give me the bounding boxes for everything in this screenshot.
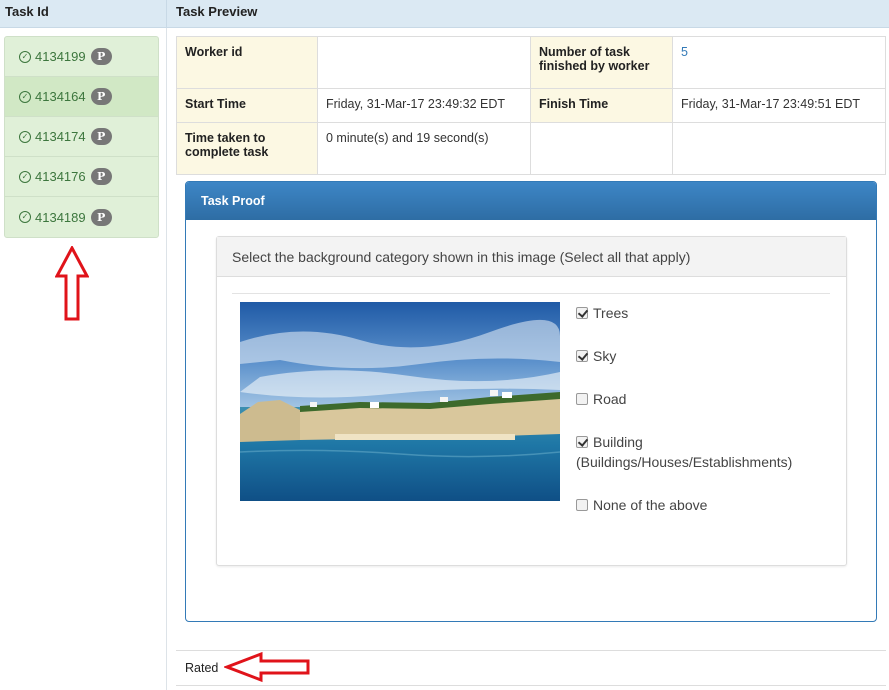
option-sky[interactable]: Sky xyxy=(576,346,836,366)
task-item-4134164[interactable]: ✓ 4134164 P xyxy=(5,77,158,117)
option-label: Trees xyxy=(593,305,629,321)
option-label: Sky xyxy=(593,348,617,364)
check-circle-icon: ✓ xyxy=(19,130,31,143)
duration-label: Time taken to complete task xyxy=(176,122,318,175)
option-label: Road xyxy=(593,391,627,407)
task-list: ✓ 4134199 P ✓ 4134164 P ✓ 4134174 P ✓ 41… xyxy=(4,36,159,238)
checkbox-checked-icon[interactable] xyxy=(576,436,588,448)
checkbox-checked-icon[interactable] xyxy=(576,350,588,362)
checkbox-unchecked-icon[interactable] xyxy=(576,393,588,405)
status-badge: P xyxy=(90,88,112,105)
task-sidebar: ✓ 4134199 P ✓ 4134164 P ✓ 4134174 P ✓ 41… xyxy=(0,28,167,690)
duration-value: 0 minute(s) and 19 second(s) xyxy=(317,122,531,175)
task-id: 4134176 xyxy=(35,169,86,184)
option-trees[interactable]: Trees xyxy=(576,303,836,323)
checkbox-unchecked-icon[interactable] xyxy=(576,499,588,511)
task-id: 4134164 xyxy=(35,89,86,104)
options-list: Trees Sky Road Building (Buildings/House… xyxy=(576,303,836,538)
finish-time-label: Finish Time xyxy=(530,88,673,123)
num-tasks-label: Number of task finished by worker xyxy=(530,36,673,89)
finish-time-value: Friday, 31-Mar-17 23:49:51 EDT xyxy=(672,88,886,123)
task-id: 4134189 xyxy=(35,209,86,225)
worker-id-label: Worker id xyxy=(176,36,318,89)
empty-cell xyxy=(672,122,886,175)
question-text: Select the background category shown in … xyxy=(217,237,846,277)
start-time-value: Friday, 31-Mar-17 23:49:32 EDT xyxy=(317,88,531,123)
check-circle-icon: ✓ xyxy=(19,211,31,223)
task-info-table: Worker id Number of task finished by wor… xyxy=(176,36,886,175)
check-circle-icon: ✓ xyxy=(19,90,31,103)
left-arrow-annotation-icon xyxy=(224,651,310,683)
empty-cell xyxy=(530,122,673,175)
task-id-column-title: Task Id xyxy=(0,0,167,28)
table-row: Time taken to complete task 0 minute(s) … xyxy=(176,122,886,175)
option-none[interactable]: None of the above xyxy=(576,495,836,515)
task-proof-panel: Task Proof Select the background categor… xyxy=(185,181,877,622)
task-preview-title: Task Preview xyxy=(176,4,258,19)
worker-id-value xyxy=(317,36,531,89)
task-id: 4134199 xyxy=(35,49,86,64)
table-row: Worker id Number of task finished by wor… xyxy=(176,36,886,89)
check-circle-icon: ✓ xyxy=(19,170,31,183)
num-tasks-link[interactable]: 5 xyxy=(681,45,688,59)
status-badge: P xyxy=(90,128,112,145)
status-badge: P xyxy=(90,208,112,226)
num-tasks-value: 5 xyxy=(672,36,886,89)
option-road[interactable]: Road xyxy=(576,389,836,409)
top-header: Task Id Task Preview xyxy=(0,0,889,28)
check-circle-icon: ✓ xyxy=(19,50,31,63)
checkbox-checked-icon[interactable] xyxy=(576,307,588,319)
task-item-4134199[interactable]: ✓ 4134199 P xyxy=(5,37,158,77)
question-card: Select the background category shown in … xyxy=(216,236,847,566)
task-item-4134176[interactable]: ✓ 4134176 P xyxy=(5,157,158,197)
status-badge: P xyxy=(90,168,112,185)
option-label: None of the above xyxy=(593,497,708,513)
divider xyxy=(232,293,830,294)
option-building[interactable]: Building (Buildings/Houses/Establishment… xyxy=(576,432,836,472)
task-item-4134189[interactable]: ✓ 4134189 P xyxy=(5,197,158,237)
status-badge: P xyxy=(90,48,112,65)
rated-status: Rated xyxy=(185,661,219,675)
coastline-photo xyxy=(240,302,560,501)
task-proof-title: Task Proof xyxy=(186,182,876,220)
task-item-4134174[interactable]: ✓ 4134174 P xyxy=(5,117,158,157)
table-row: Start Time Friday, 31-Mar-17 23:49:32 ED… xyxy=(176,88,886,123)
start-time-label: Start Time xyxy=(176,88,318,123)
task-id: 4134174 xyxy=(35,129,86,144)
up-arrow-annotation-icon xyxy=(55,246,89,321)
option-label: Building (Buildings/Houses/Establishment… xyxy=(576,434,793,470)
